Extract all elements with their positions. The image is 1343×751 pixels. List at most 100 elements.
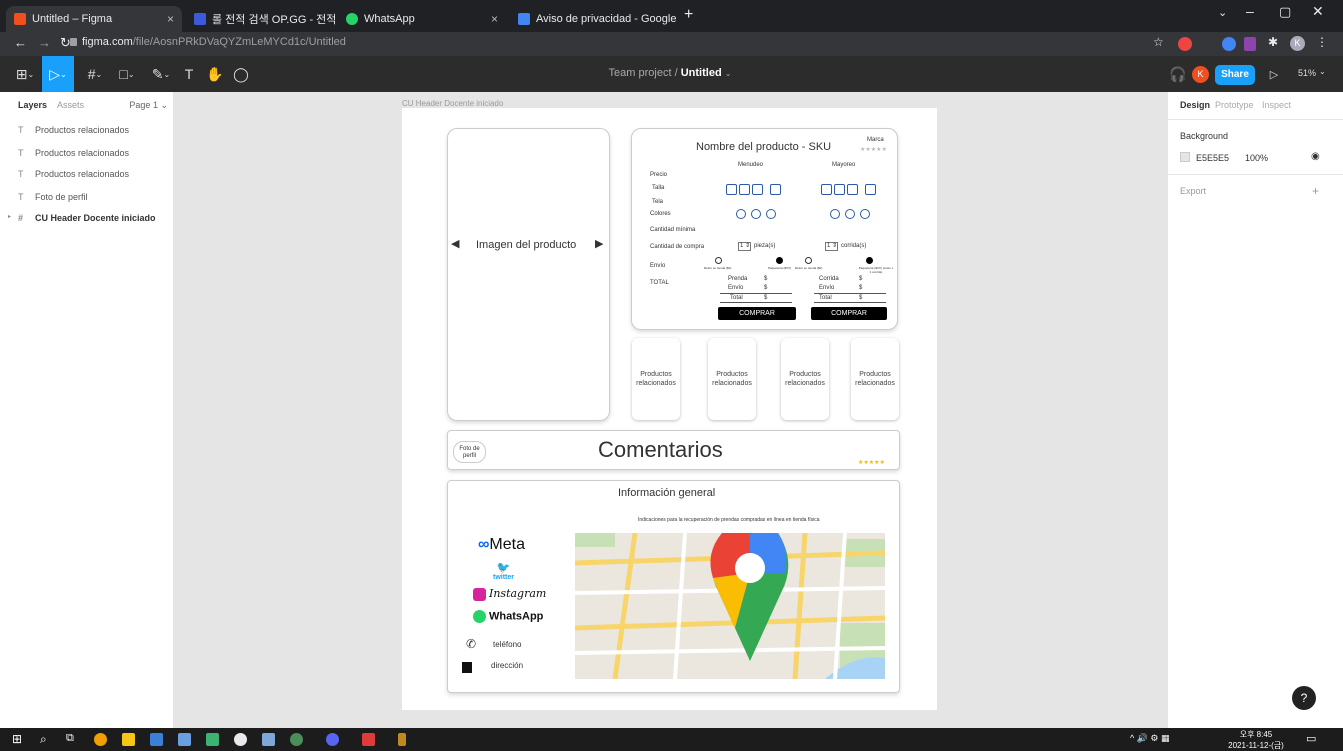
present-play-icon[interactable]: ▷ — [1266, 56, 1282, 92]
layer-item-frame[interactable]: ▸ # CU Header Docente iniciado — [8, 213, 156, 223]
close-window-icon[interactable]: ✕ — [1312, 3, 1324, 20]
color-swatch[interactable] — [1180, 152, 1190, 162]
tab-layers[interactable]: Layers — [18, 100, 47, 111]
size-option[interactable] — [821, 184, 832, 195]
visibility-eye-icon[interactable]: ◉ — [1311, 151, 1320, 162]
color-option[interactable] — [766, 209, 776, 219]
product-image-card[interactable]: ◀ Imagen del producto ▶ — [447, 128, 610, 421]
file-title[interactable]: Team project / Untitled ⌄ — [540, 67, 800, 79]
add-export-icon[interactable]: + — [1312, 184, 1319, 198]
bg-opacity-input[interactable]: 100% — [1245, 153, 1268, 163]
extension-icon[interactable] — [1178, 37, 1192, 51]
layer-item[interactable]: T Foto de perfil — [18, 192, 88, 202]
user-avatar[interactable]: K — [1192, 66, 1209, 83]
profile-avatar[interactable]: K — [1290, 36, 1305, 51]
new-tab-button[interactable]: + — [684, 6, 693, 24]
color-option[interactable] — [860, 209, 870, 219]
profile-photo[interactable]: Foto de perfil — [453, 441, 486, 463]
file-explorer-icon[interactable] — [122, 733, 135, 746]
next-arrow-icon[interactable]: ▶ — [595, 237, 603, 250]
tab-search-icon[interactable]: ⌄ — [1218, 6, 1227, 19]
clock[interactable]: 오후 8:45 2021-11-12-(금) — [1221, 729, 1291, 751]
meta-logo[interactable]: ∞Meta — [478, 536, 525, 554]
shape-tool-icon[interactable]: □ ⌄ — [112, 56, 142, 92]
extension-icon[interactable] — [1244, 37, 1256, 51]
phone-label[interactable]: teléfono — [493, 640, 521, 649]
discord-icon[interactable] — [326, 733, 339, 746]
size-option[interactable] — [865, 184, 876, 195]
bookmark-star-icon[interactable]: ☆ — [1153, 35, 1164, 49]
related-product-card[interactable]: Productos relacionados — [851, 338, 899, 420]
chevron-down-icon[interactable]: ⌄ — [1319, 67, 1326, 76]
size-option[interactable] — [770, 184, 781, 195]
mail-icon[interactable] — [150, 733, 163, 746]
whatsapp-logo[interactable]: WhatsApp — [473, 610, 543, 623]
taskbar-app-icon[interactable] — [262, 733, 275, 746]
windows-start-icon[interactable]: ⊞ — [12, 733, 25, 746]
taskbar-app-icon[interactable] — [178, 733, 191, 746]
maximize-icon[interactable]: ▢ — [1279, 4, 1291, 20]
qty-stepper-wholesale[interactable]: 1 ⇕ — [825, 242, 838, 251]
taskbar-app-icon[interactable] — [290, 733, 303, 746]
task-view-icon[interactable]: ⧉ — [66, 732, 74, 745]
taskbar-app-icon[interactable] — [94, 733, 107, 746]
bg-hex-input[interactable]: E5E5E5 — [1196, 153, 1229, 163]
layer-item[interactable]: T Productos relacionados — [18, 125, 129, 135]
layer-item[interactable]: T Productos relacionados — [18, 169, 129, 179]
frame-tool-icon[interactable]: # ⌄ — [80, 56, 110, 92]
ship-radio-selected[interactable] — [866, 257, 873, 264]
taskbar-app-icon[interactable] — [206, 733, 219, 746]
buy-retail-button[interactable]: COMPRAR — [718, 307, 796, 320]
tab-figma[interactable]: Untitled – Figma × — [6, 6, 182, 32]
tab-opgg[interactable]: 롤 전적 검색 OP.GG - 전적 검색 × — [186, 6, 336, 32]
design-frame[interactable]: ◀ Imagen del producto ▶ Nombre del produ… — [402, 108, 937, 710]
close-tab-icon[interactable]: × — [491, 12, 498, 26]
qty-stepper-retail[interactable]: 1 ⇕ — [738, 242, 751, 251]
taskbar-app-icon[interactable] — [362, 733, 375, 746]
tab-assets[interactable]: Assets — [57, 100, 84, 111]
back-icon[interactable]: ← — [14, 35, 27, 50]
extension-icon[interactable] — [1222, 37, 1236, 51]
instagram-logo[interactable]: Instagram — [473, 587, 546, 601]
twitter-logo[interactable]: 🐦 twitter — [493, 561, 514, 581]
system-tray-icons[interactable]: ^ 🔊 ⚙ ▦ — [1130, 733, 1170, 744]
buy-wholesale-button[interactable]: COMPRAR — [811, 307, 887, 320]
color-option[interactable] — [751, 209, 761, 219]
taskbar-app-icon[interactable] — [398, 733, 406, 746]
notifications-icon[interactable]: ▭ — [1306, 732, 1316, 745]
tab-prototype[interactable]: Prototype — [1215, 100, 1254, 110]
minimize-icon[interactable]: – — [1246, 3, 1254, 19]
related-product-card[interactable]: Productos relacionados — [781, 338, 829, 420]
size-option[interactable] — [752, 184, 763, 195]
size-option[interactable] — [834, 184, 845, 195]
color-option[interactable] — [736, 209, 746, 219]
frame-label[interactable]: CU Header Docente iniciado — [402, 99, 503, 108]
comment-tool-icon[interactable]: ◯ — [230, 56, 252, 92]
hand-tool-icon[interactable]: ✋ — [204, 56, 226, 92]
tab-design[interactable]: Design — [1180, 100, 1210, 110]
extensions-puzzle-icon[interactable]: ✱ — [1268, 35, 1278, 49]
chrome-icon[interactable] — [234, 733, 247, 746]
related-product-card[interactable]: Productos relacionados — [708, 338, 756, 420]
share-button[interactable]: Share — [1215, 65, 1255, 85]
page-selector[interactable]: Page 1 ⌄ — [129, 100, 168, 111]
ship-radio[interactable] — [715, 257, 722, 264]
browser-menu-icon[interactable]: ⋮ — [1316, 35, 1328, 49]
tab-inspect[interactable]: Inspect — [1262, 100, 1291, 110]
search-icon[interactable]: ⌕ — [40, 732, 47, 747]
address-label[interactable]: dirección — [491, 661, 523, 670]
prev-arrow-icon[interactable]: ◀ — [451, 237, 459, 250]
size-option[interactable] — [726, 184, 737, 195]
color-option[interactable] — [845, 209, 855, 219]
close-tab-icon[interactable]: × — [167, 12, 174, 26]
move-tool-icon[interactable]: ▷ ⌄ — [42, 56, 74, 92]
forward-icon[interactable]: → — [38, 35, 51, 50]
headphones-icon[interactable]: 🎧 — [1168, 56, 1188, 92]
zoom-level[interactable]: 51% — [1298, 68, 1316, 78]
ship-radio-selected[interactable] — [776, 257, 783, 264]
size-option[interactable] — [847, 184, 858, 195]
help-button[interactable]: ? — [1292, 686, 1316, 710]
size-option[interactable] — [739, 184, 750, 195]
map-image[interactable] — [575, 533, 885, 679]
tab-google-docs[interactable]: Aviso de privacidad - Google D × — [510, 6, 678, 32]
